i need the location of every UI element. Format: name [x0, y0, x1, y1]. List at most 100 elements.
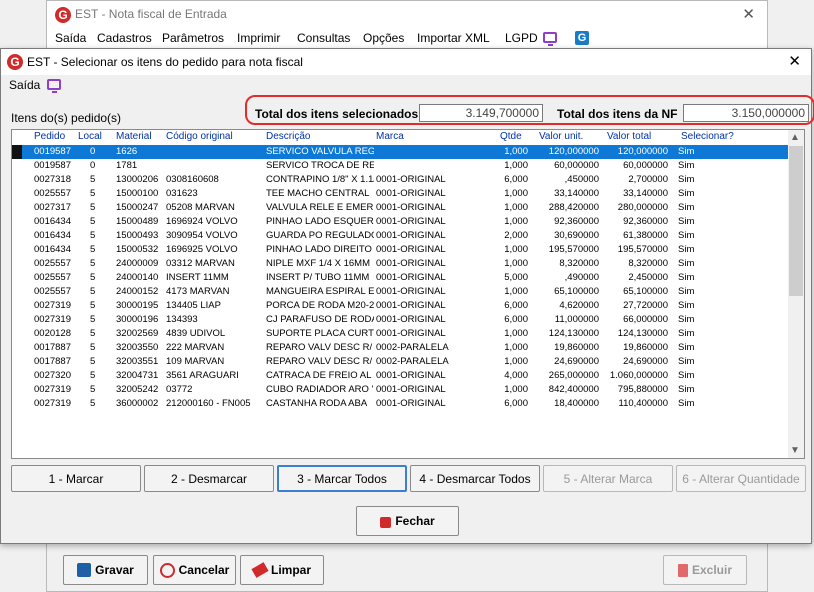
table-cell: TEE MACHO CENTRAL — [266, 188, 370, 199]
table-cell: 2,450000 — [628, 272, 668, 283]
col-selecionar[interactable]: Selecionar? — [681, 131, 734, 142]
menu-cadastros[interactable]: Cadastros — [97, 31, 152, 45]
bg-close-icon[interactable]: ✕ — [742, 5, 755, 23]
menu-parametros[interactable]: Parâmetros — [162, 31, 224, 45]
table-row[interactable]: 0019587 0 1626 SERVICO VALVULA REG 1,000 120,… — [12, 145, 790, 159]
g-app-icon[interactable]: G — [575, 31, 589, 45]
eraser-icon — [251, 562, 269, 578]
menu-saida[interactable]: Saída — [55, 31, 86, 45]
dialog-menu-saida[interactable]: Saída — [9, 78, 40, 92]
table-cell: 3090954 VOLVO — [166, 230, 238, 241]
menu-opcoes[interactable]: Opções — [363, 31, 404, 45]
table-cell: 15000493 — [116, 230, 159, 241]
table-cell: 0001-ORIGINAL — [376, 230, 446, 241]
limpar-button[interactable]: Limpar — [240, 555, 324, 585]
gravar-button[interactable]: Gravar — [63, 555, 148, 585]
table-row[interactable]: 0020128 5 32002569 4839 UDIVOL SUPORTE PLACA… — [12, 327, 790, 341]
table-cell: 0025557 — [34, 188, 71, 199]
table-cell: 1,000 — [504, 160, 528, 171]
table-row[interactable]: 0025557 5 24000152 4173 MARVAN MANGUEIRA ESP… — [12, 285, 790, 299]
excluir-button[interactable]: Excluir — [663, 555, 747, 585]
table-cell: 842,400000 — [548, 384, 599, 395]
table-row[interactable]: 0027319 5 36000002 212000160 - FN005 CASTANH… — [12, 397, 790, 411]
table-row[interactable]: 0027317 5 15000247 05208 MARVAN VALVULA RELE… — [12, 201, 790, 215]
table-cell: 65,100000 — [554, 286, 599, 297]
scroll-down-icon[interactable]: ▼ — [790, 445, 800, 456]
menu-lgpd[interactable]: LGPD — [505, 31, 538, 45]
table-row[interactable]: 0025557 5 15000100 031623 TEE MACHO CENTRAL 0… — [12, 187, 790, 201]
table-row[interactable]: 0025557 5 24000140 INSERT 11MM INSERT P/ TUB… — [12, 271, 790, 285]
table-cell: 0 — [90, 146, 96, 157]
scroll-thumb[interactable] — [789, 146, 803, 296]
items-grid[interactable]: Pedido Local Material Código original De… — [11, 129, 805, 459]
col-descricao[interactable]: Descrição — [266, 131, 310, 142]
table-cell: 0027317 — [34, 202, 71, 213]
table-cell: 120,000000 — [617, 146, 668, 157]
table-cell: 0025557 — [34, 272, 71, 283]
col-codigo-original[interactable]: Código original — [166, 131, 233, 142]
marcar-todos-button[interactable]: 3 - Marcar Todos — [277, 465, 407, 492]
table-cell: 30,690000 — [554, 230, 599, 241]
cancelar-button[interactable]: Cancelar — [153, 555, 236, 585]
menu-importar-xml[interactable]: Importar XML — [417, 31, 490, 45]
col-marca[interactable]: Marca — [376, 131, 404, 142]
total-nf-field: 3.150,000000 — [683, 104, 809, 122]
col-valor-total[interactable]: Valor total — [607, 131, 651, 142]
table-cell: 1626 — [116, 146, 138, 157]
desmarcar-todos-button[interactable]: 4 - Desmarcar Todos — [410, 465, 540, 492]
table-row[interactable]: 0025557 5 24000009 03312 MARVAN NIPLE MXF 1/… — [12, 257, 790, 271]
table-row[interactable]: 0016434 5 15000532 1696925 VOLVO PINHAO LADO… — [12, 243, 790, 257]
table-cell: 61,380000 — [623, 230, 668, 241]
menu-imprimir[interactable]: Imprimir — [237, 31, 280, 45]
table-cell: 0027318 — [34, 174, 71, 185]
monitor-icon[interactable] — [543, 32, 557, 46]
table-cell: 0001-ORIGINAL — [376, 314, 446, 325]
table-cell: 13000206 — [116, 174, 159, 185]
table-row[interactable]: 0027318 5 13000206 0308160608 CONTRAPINO 1/8… — [12, 173, 790, 187]
table-cell: NIPLE MXF 1/4 X 16MM — [266, 258, 371, 269]
gravar-label: Gravar — [95, 563, 134, 577]
alterar-quantidade-button[interactable]: 6 - Alterar Quantidade — [676, 465, 806, 492]
col-qtde[interactable]: Qtde — [500, 131, 522, 142]
table-cell: 0020128 — [34, 328, 71, 339]
select-items-dialog: G EST - Selecionar os itens do pedido pa… — [0, 48, 814, 544]
dialog-close-icon[interactable]: ✕ — [788, 52, 801, 70]
col-valor-unit[interactable]: Valor unit. — [539, 131, 583, 142]
table-cell: 30000196 — [116, 314, 159, 325]
table-cell: 5 — [90, 384, 96, 395]
table-cell: 0001-ORIGINAL — [376, 202, 446, 213]
table-row[interactable]: 0027319 5 32005242 03772 CUBO RADIADOR ARO '… — [12, 383, 790, 397]
col-local[interactable]: Local — [78, 131, 102, 142]
table-cell: 19,860000 — [554, 342, 599, 353]
table-row[interactable]: 0027319 5 30000196 134393 CJ PARAFUSO DE ROD… — [12, 313, 790, 327]
table-cell: 5 — [90, 398, 96, 409]
table-cell: 0027319 — [34, 314, 71, 325]
table-cell: Sim — [678, 314, 695, 325]
marcar-button[interactable]: 1 - Marcar — [11, 465, 141, 492]
cancel-icon — [159, 562, 175, 578]
table-row[interactable]: 0027319 5 30000195 134405 LIAP PORCA DE RODA… — [12, 299, 790, 313]
fechar-button[interactable]: Fechar — [356, 506, 459, 536]
table-cell: 15000532 — [116, 244, 159, 255]
desmarcar-button[interactable]: 2 - Desmarcar — [144, 465, 274, 492]
table-row[interactable]: 0017887 5 32003550 222 MARVAN REPARO VALV DE… — [12, 341, 790, 355]
menu-consultas[interactable]: Consultas — [297, 31, 350, 45]
monitor-icon[interactable] — [47, 79, 61, 93]
grid-scrollbar[interactable]: ▲ ▼ — [788, 130, 804, 458]
col-material[interactable]: Material — [116, 131, 152, 142]
table-row[interactable]: 0016434 5 15000489 1696924 VOLVO PINHAO LADO… — [12, 215, 790, 229]
table-cell: 8,320000 — [628, 258, 668, 269]
table-row[interactable]: 0017887 5 32003551 109 MARVAN REPARO VALV DE… — [12, 355, 790, 369]
scroll-up-icon[interactable]: ▲ — [790, 132, 800, 143]
table-cell: 0001-ORIGINAL — [376, 244, 446, 255]
col-pedido[interactable]: Pedido — [34, 131, 65, 142]
table-row[interactable]: 0027320 5 32004731 3561 ARAGUARI CATRACA DE … — [12, 369, 790, 383]
table-cell: 36000002 — [116, 398, 159, 409]
alterar-marca-button[interactable]: 5 - Alterar Marca — [543, 465, 673, 492]
table-cell: 5 — [90, 286, 96, 297]
table-cell: 195,570000 — [548, 244, 599, 255]
trash-icon — [677, 563, 688, 577]
table-cell: 1,000 — [504, 328, 528, 339]
table-row[interactable]: 0019587 0 1781 SERVICO TROCA DE RE 1,000 60,0… — [12, 159, 790, 173]
table-row[interactable]: 0016434 5 15000493 3090954 VOLVO GUARDA PO R… — [12, 229, 790, 243]
